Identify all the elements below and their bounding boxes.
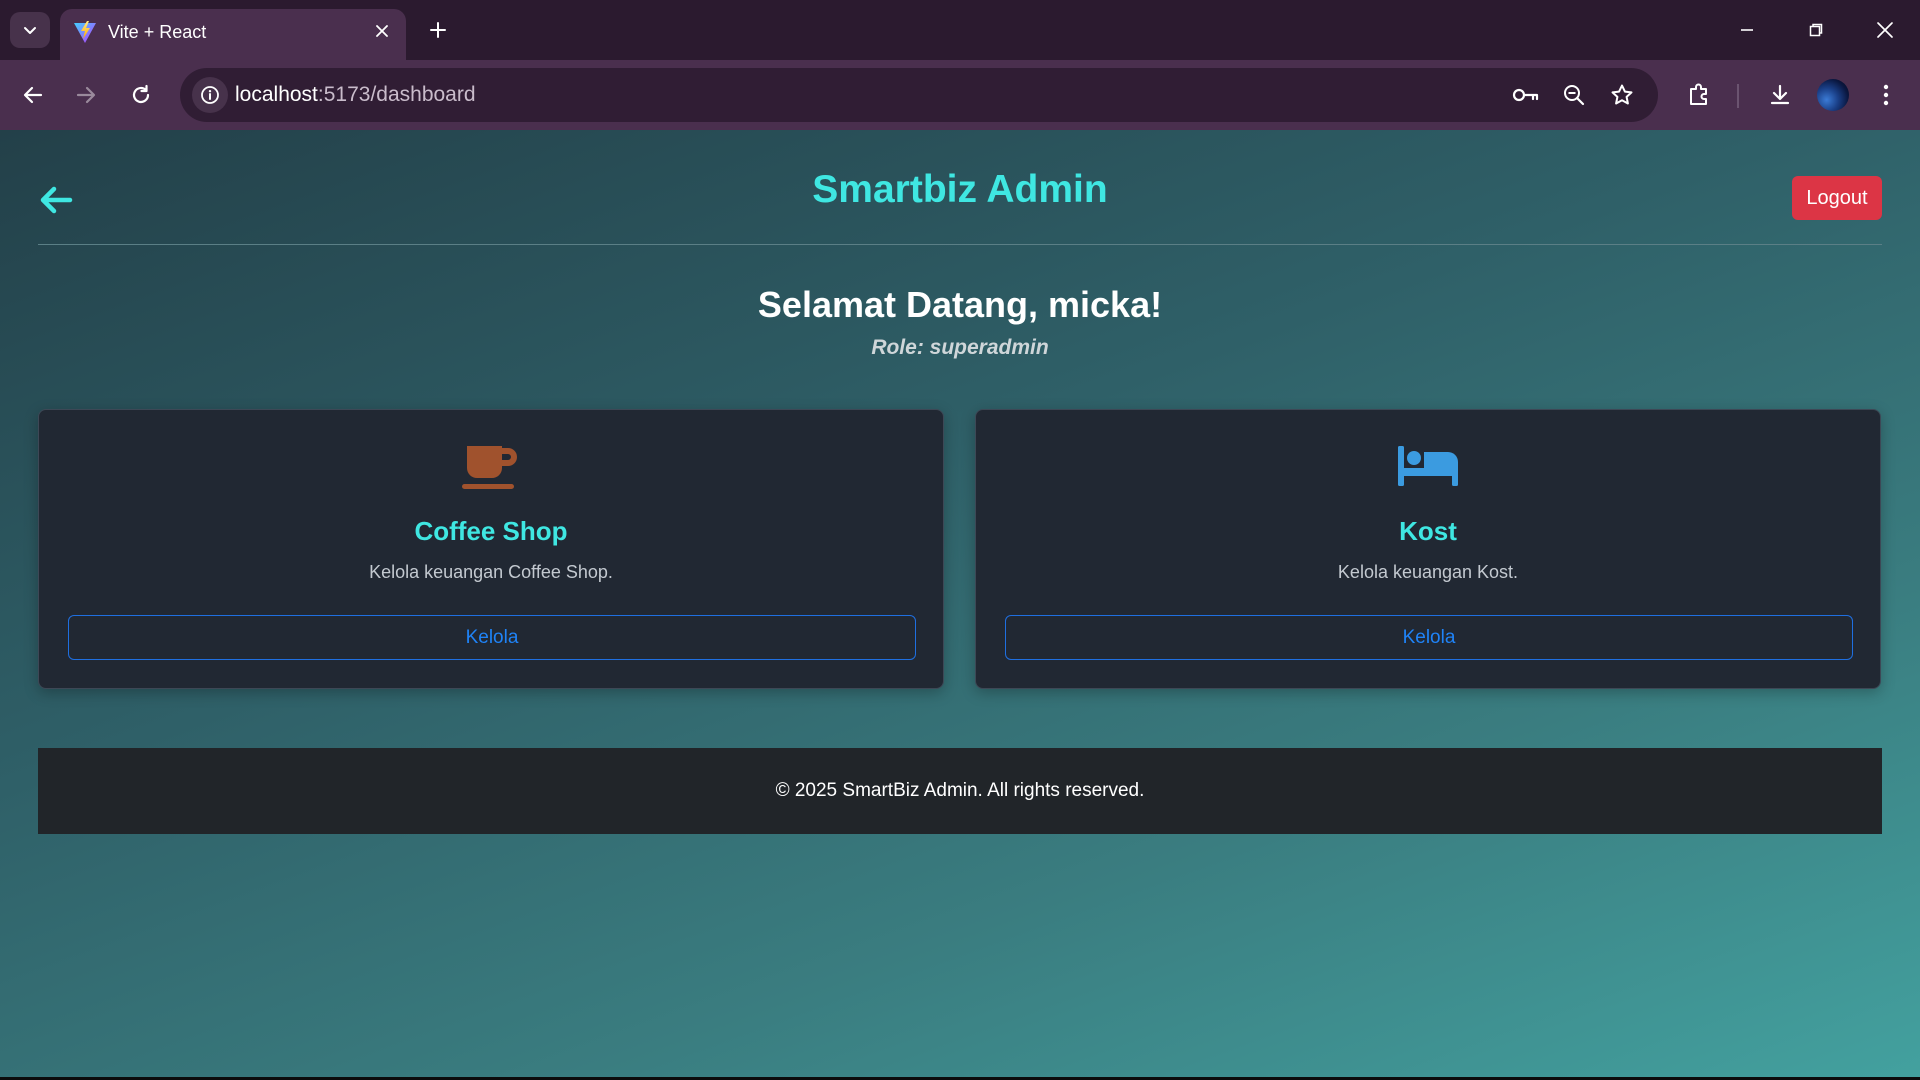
bookmark-button[interactable]	[1606, 79, 1638, 111]
forward-button[interactable]	[66, 75, 106, 115]
kelola-coffee-shop-button[interactable]: Kelola	[68, 615, 916, 660]
app-title: Smartbiz Admin	[812, 168, 1108, 211]
tab-search-button[interactable]	[10, 12, 50, 48]
dashboard-page: Smartbiz Admin Logout Selamat Datang, mi…	[0, 130, 1920, 1080]
kelola-kost-button[interactable]: Kelola	[1005, 615, 1853, 660]
close-window-button[interactable]	[1865, 10, 1905, 50]
chevron-down-icon	[24, 27, 36, 34]
card-description: Kelola keuangan Coffee Shop.	[369, 562, 613, 582]
minimize-button[interactable]	[1727, 10, 1767, 50]
browser-tab[interactable]: Vite + React	[60, 9, 406, 60]
url-host: localhost	[235, 83, 318, 106]
bed-icon	[976, 444, 1880, 492]
info-icon	[201, 86, 219, 104]
footer-copyright: © 2025 SmartBiz Admin. All rights reserv…	[775, 780, 1145, 801]
tab-title: Vite + React	[108, 22, 207, 42]
close-icon	[1877, 22, 1893, 38]
role-label: Role: superadmin	[871, 336, 1049, 359]
key-icon	[1512, 88, 1539, 102]
back-button[interactable]	[13, 75, 53, 115]
download-icon	[1770, 84, 1790, 105]
browser-toolbar: localhost:5173/dashboard	[0, 60, 1920, 130]
card-title: Coffee Shop	[414, 516, 568, 546]
tab-close-button[interactable]	[370, 19, 394, 43]
url-text: localhost:5173/dashboard	[235, 83, 476, 107]
password-manager-button[interactable]	[1510, 79, 1542, 111]
kebab-menu-icon	[1883, 84, 1889, 106]
extensions-button[interactable]	[1680, 75, 1720, 115]
close-icon	[376, 25, 388, 37]
new-tab-button[interactable]	[420, 12, 456, 48]
back-icon	[23, 86, 43, 104]
profile-avatar[interactable]	[1817, 79, 1849, 111]
toolbar-divider	[1737, 84, 1739, 108]
header-divider	[38, 244, 1882, 245]
coffee-cup-icon	[39, 444, 943, 492]
restore-button[interactable]	[1796, 10, 1836, 50]
welcome-heading: Selamat Datang, micka!	[757, 284, 1163, 325]
card-description: Kelola keuangan Kost.	[1337, 562, 1519, 582]
reload-button[interactable]	[121, 75, 161, 115]
reload-icon	[132, 84, 150, 104]
zoom-out-icon	[1564, 85, 1585, 106]
star-icon	[1611, 84, 1633, 105]
site-info-button[interactable]	[192, 77, 228, 113]
puzzle-icon	[1690, 83, 1707, 105]
url-path: :5173/dashboard	[317, 83, 476, 106]
zoom-button[interactable]	[1558, 79, 1590, 111]
downloads-button[interactable]	[1760, 75, 1800, 115]
minimize-icon	[1741, 29, 1753, 31]
page-footer: © 2025 SmartBiz Admin. All rights reserv…	[38, 748, 1882, 834]
address-bar[interactable]: localhost:5173/dashboard	[180, 68, 1658, 122]
coffee-shop-card: Coffee Shop Kelola keuangan Coffee Shop.…	[38, 409, 944, 689]
kost-card: Kost Kelola keuangan Kost. Kelola	[975, 409, 1881, 689]
restore-icon	[1809, 23, 1823, 37]
plus-icon	[430, 22, 446, 38]
logout-button[interactable]: Logout	[1792, 176, 1882, 220]
forward-icon	[76, 86, 96, 104]
card-title: Kost	[1399, 516, 1457, 546]
browser-menu-button[interactable]	[1866, 75, 1906, 115]
browser-tab-bar: Vite + React	[0, 0, 1920, 60]
vite-logo-icon	[74, 21, 96, 43]
